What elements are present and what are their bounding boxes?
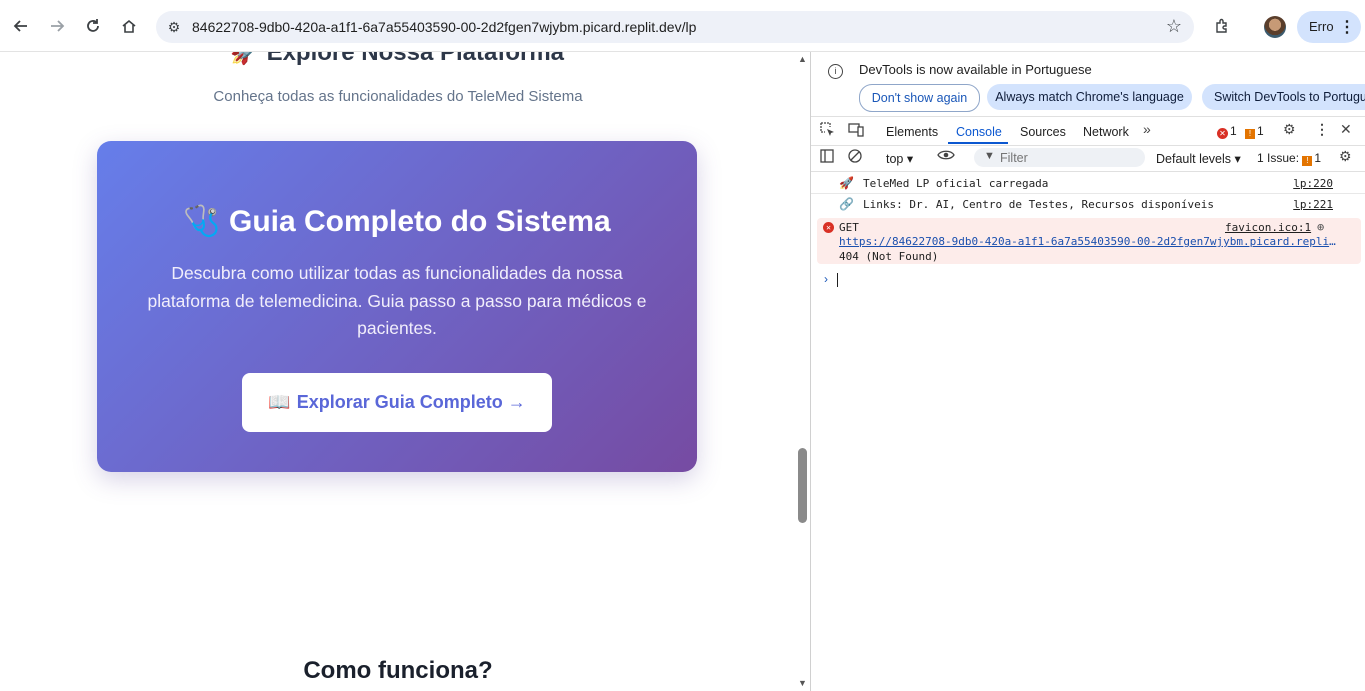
always-match-language-button[interactable]: Always match Chrome's language xyxy=(987,84,1192,110)
log-levels-dropdown[interactable]: Default levels ▾ xyxy=(1156,151,1241,166)
guide-description: Descubra como utilizar todas as funciona… xyxy=(147,263,647,338)
tab-console[interactable]: Console xyxy=(956,125,1002,139)
console-settings-gear-icon[interactable]: ⚙ xyxy=(1339,148,1352,165)
issue-icon: ! xyxy=(1302,156,1313,166)
puzzle-icon[interactable] xyxy=(1210,14,1234,38)
kebab-menu-icon[interactable]: ⋮ xyxy=(1339,17,1355,37)
address-bar[interactable]: ⚙ 84622708-9db0-420a-a1f1-6a7a55403590-0… xyxy=(156,11,1194,43)
active-tab-indicator xyxy=(948,142,1008,144)
error-source-link[interactable]: favicon.ico:1 xyxy=(1225,221,1311,234)
error-url-link[interactable]: https://84622708-9db0-420a-a1f1-6a7a5540… xyxy=(839,235,1339,248)
link-icon: 🔗 xyxy=(839,197,854,211)
section-title-text: Explore Nossa Plataforma xyxy=(266,52,565,66)
log-source-link[interactable]: lp:220 xyxy=(1293,177,1333,190)
filter-input[interactable] xyxy=(1000,148,1140,167)
error-icon: ✕ xyxy=(1217,128,1228,139)
star-icon[interactable]: ☆ xyxy=(1166,16,1182,37)
language-infobar: i DevTools is now available in Portugues… xyxy=(811,52,1365,114)
scroll-down-icon[interactable]: ▼ xyxy=(798,678,807,688)
rocket-icon: 🚀 xyxy=(839,176,854,190)
avatar[interactable] xyxy=(1264,16,1286,38)
log-message: Links: Dr. AI, Centro de Testes, Recurso… xyxy=(863,198,1214,211)
home-icon[interactable] xyxy=(117,14,141,38)
console-toolbar: top ▾ ▼ Default levels ▾ 1 Issue: !1 ⚙ xyxy=(811,145,1365,172)
back-arrow-icon[interactable] xyxy=(9,14,33,38)
eye-icon[interactable] xyxy=(937,148,955,165)
issues-button[interactable]: 1 Issue: ! 1 xyxy=(1257,151,1321,166)
warning-icon: ! xyxy=(1245,129,1255,139)
explore-guide-label: Explorar Guia Completo → xyxy=(296,392,526,412)
error-counter[interactable]: ✕ 1 xyxy=(1217,124,1237,139)
scroll-up-icon[interactable]: ▲ xyxy=(798,54,807,64)
url-text[interactable]: 84622708-9db0-420a-a1f1-6a7a55403590-00-… xyxy=(192,19,696,35)
tab-sources[interactable]: Sources xyxy=(1020,125,1066,139)
error-method: GET xyxy=(839,221,859,234)
log-source-link[interactable]: lp:221 xyxy=(1293,198,1333,211)
sidebar-toggle-icon[interactable] xyxy=(820,149,834,166)
device-toolbar-icon[interactable] xyxy=(848,122,864,140)
console-log-row: 🔗 Links: Dr. AI, Centro de Testes, Recur… xyxy=(811,194,1365,215)
issues-label: 1 Issue: xyxy=(1257,151,1300,165)
explore-guide-button[interactable]: 📖 Explorar Guia Completo → xyxy=(242,373,552,432)
context-selector[interactable]: top ▾ xyxy=(886,151,913,166)
switch-devtools-language-button[interactable]: Switch DevTools to Portuguese xyxy=(1202,84,1365,110)
how-it-works-title: Como funciona? xyxy=(303,657,493,684)
filter-icon: ▼ xyxy=(984,150,995,162)
section-subtitle: Conheça todas as funcionalidades do Tele… xyxy=(213,88,583,105)
devtools-panel: i DevTools is now available in Portugues… xyxy=(810,52,1365,691)
error-status: 404 (Not Found) xyxy=(839,250,939,263)
infobar-text: DevTools is now available in Portuguese xyxy=(859,62,1092,77)
gear-icon[interactable]: ⚙ xyxy=(1283,121,1296,138)
console-error-row: ✕ GET favicon.ico:1 ⊕ https://84622708-9… xyxy=(817,218,1361,264)
warning-counter[interactable]: ! 1 xyxy=(1245,124,1264,139)
issues-count: 1 xyxy=(1314,151,1322,165)
tab-network[interactable]: Network xyxy=(1083,125,1129,139)
warning-count: 1 xyxy=(1257,124,1264,138)
info-icon: i xyxy=(828,64,843,79)
close-icon[interactable]: ✕ xyxy=(1340,121,1352,138)
guide-card: 🩺 Guia Completo do Sistema Descubra como… xyxy=(97,141,697,472)
error-count: 1 xyxy=(1230,124,1237,138)
guide-title: 🩺 Guia Completo do Sistema xyxy=(97,204,697,239)
stethoscope-icon: 🩺 xyxy=(183,205,221,238)
error-icon: ✕ xyxy=(823,222,834,233)
console-prompt-icon: › xyxy=(824,272,828,286)
book-icon: 📖 xyxy=(268,392,291,412)
tab-elements[interactable]: Elements xyxy=(886,125,938,139)
rocket-icon: 🚀 xyxy=(230,52,260,66)
console-filter[interactable]: ▼ xyxy=(974,148,1145,167)
console-input-caret[interactable] xyxy=(837,273,838,287)
guide-title-text: Guia Completo do Sistema xyxy=(228,205,611,238)
page-scrollbar[interactable]: ▲ ▼ xyxy=(796,52,810,691)
scrollbar-thumb[interactable] xyxy=(798,448,807,523)
forward-arrow-icon[interactable] xyxy=(45,14,69,38)
section-title: 🚀 Explore Nossa Plataforma xyxy=(230,52,564,67)
globe-icon[interactable]: ⊕ xyxy=(1317,220,1324,234)
devtools-tabbar: Elements Console Sources Network » ✕ 1 ! 1… xyxy=(811,116,1365,146)
dont-show-again-button[interactable]: Don't show again xyxy=(859,84,980,112)
more-tabs-icon[interactable]: » xyxy=(1143,121,1151,137)
context-label: top xyxy=(886,152,904,166)
log-message: TeleMed LP oficial carregada xyxy=(863,177,1049,190)
profile-error-pill[interactable]: Erro ⋮ xyxy=(1297,11,1361,43)
clear-console-icon[interactable] xyxy=(848,149,862,166)
inspect-element-icon[interactable] xyxy=(820,122,835,140)
profile-error-label: Erro xyxy=(1309,19,1334,34)
console-log-row: 🚀 TeleMed LP oficial carregada lp:220 xyxy=(811,173,1365,194)
reload-icon[interactable] xyxy=(81,14,105,38)
tune-icon[interactable]: ⚙ xyxy=(164,17,184,37)
kebab-menu-icon[interactable]: ⋮ xyxy=(1315,121,1329,138)
page-viewport: 🚀 Explore Nossa Plataforma Conheça todas… xyxy=(0,52,796,691)
levels-label: Default levels xyxy=(1156,152,1232,166)
browser-toolbar: ⚙ 84622708-9db0-420a-a1f1-6a7a55403590-0… xyxy=(0,0,1365,52)
